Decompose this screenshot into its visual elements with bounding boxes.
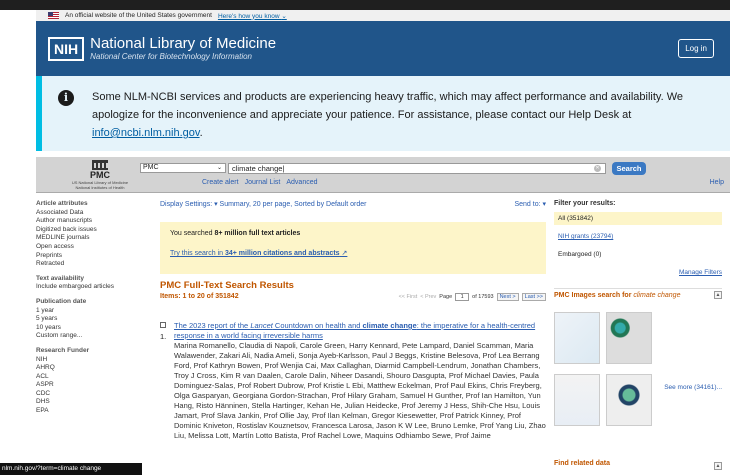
filter-group-heading: Text availability xyxy=(36,274,84,282)
filter-option[interactable]: DHS xyxy=(36,398,148,407)
help-desk-email-link[interactable]: info@ncbi.nlm.nih.gov xyxy=(92,127,200,139)
heres-how-you-know-link[interactable]: Here's how you know ⌄ xyxy=(218,12,287,20)
filter-option[interactable]: Preprints xyxy=(36,252,148,261)
see-more-images-link[interactable]: See more (34161)... xyxy=(664,384,722,391)
traffic-alert: i Some NLM-NCBI services and products ar… xyxy=(36,76,730,151)
left-filters: Article attributes Associated Data Author … xyxy=(36,200,148,416)
login-button[interactable]: Log in xyxy=(678,39,714,58)
gov-banner-text: An official website of the United States… xyxy=(65,12,212,19)
try-abstracts-link[interactable]: Try this search in 34+ million citations… xyxy=(170,249,536,257)
result-title-link[interactable]: The 2023 report of the Lancet Countdown … xyxy=(174,321,546,341)
advanced-search-link[interactable]: Advanced xyxy=(286,179,317,186)
external-link-icon: ↗ xyxy=(341,250,348,257)
filter-option[interactable]: ASPR xyxy=(36,381,148,390)
filter-option[interactable]: NIH xyxy=(36,356,148,365)
right-sidebar: Filter your results: All (351842) NIH gr… xyxy=(554,200,722,470)
filter-nih-grants[interactable]: NIH grants (23794) xyxy=(558,233,613,240)
send-to-menu[interactable]: Send to: ▾ xyxy=(514,200,546,208)
image-thumbnail[interactable] xyxy=(554,312,600,364)
filter-option[interactable]: Open access xyxy=(36,243,148,252)
filter-group-heading: Article attributes xyxy=(36,200,88,207)
find-related-data-header: Find related data ▲ xyxy=(554,460,722,470)
create-alert-link[interactable]: Create alert xyxy=(202,179,239,186)
filter-group-heading: Research Funder xyxy=(36,346,90,354)
pager: << First < Prev Page 1 of 17593 Next > L… xyxy=(399,293,546,301)
result-authors: Marina Romanello, Claudia di Napoli, Car… xyxy=(174,341,546,440)
filter-group-heading: Publication date xyxy=(36,297,87,305)
collapse-icon[interactable]: ▲ xyxy=(714,462,722,470)
page-number-input[interactable]: 1 xyxy=(455,293,470,301)
results-title: PMC Full-Text Search Results xyxy=(160,280,294,291)
result-item: 1. The 2023 report of the Lancet Countdo… xyxy=(160,321,546,440)
site-subtitle: National Center for Biotechnology Inform… xyxy=(90,52,252,61)
collapse-icon[interactable]: ▲ xyxy=(714,291,722,299)
image-thumbnail[interactable] xyxy=(554,374,600,426)
last-page-button[interactable]: Last >> xyxy=(521,293,546,301)
search-bar: PMC US National Library of Medicine Nati… xyxy=(36,157,730,193)
nlm-header: NIH National Library of Medicine Nationa… xyxy=(36,21,730,76)
image-thumbnail[interactable] xyxy=(606,374,652,426)
main-results: Display Settings: ▾ Summary, 20 per page… xyxy=(160,200,546,441)
search-button[interactable]: Search xyxy=(612,162,646,175)
gov-banner: An official website of the United States… xyxy=(36,10,730,21)
clear-icon[interactable]: ✕ xyxy=(594,165,601,172)
filter-option[interactable]: MEDLINE journals xyxy=(36,234,148,243)
filter-option[interactable]: Digitized back issues xyxy=(36,226,148,235)
items-count: Items: 1 to 20 of 351842 xyxy=(160,293,239,300)
search-input[interactable]: climate change| ✕ xyxy=(228,163,606,174)
nih-logo[interactable]: NIH xyxy=(48,36,85,61)
images-header: PMC Images search for climate change ▲ xyxy=(554,288,722,300)
search-scope-box: You searched 8+ million full text articl… xyxy=(160,222,546,274)
browser-top-strip xyxy=(0,0,730,10)
filter-option[interactable]: Associated Data xyxy=(36,209,148,218)
next-page-button[interactable]: Next > xyxy=(496,293,519,301)
filter-all[interactable]: All (351842) xyxy=(554,212,722,225)
filter-option[interactable]: 5 years xyxy=(36,315,148,324)
filter-option[interactable]: Custom range... xyxy=(36,332,148,341)
image-thumbnail[interactable] xyxy=(606,312,652,364)
chevron-down-icon: ⌄ xyxy=(281,12,287,20)
filter-embargoed[interactable]: Embargoed (0) xyxy=(554,248,722,261)
help-link[interactable]: Help xyxy=(710,179,724,186)
first-page-link[interactable]: << First xyxy=(399,294,418,300)
alert-line-2: apologize for the inconvenience and appr… xyxy=(92,109,632,121)
database-select[interactable]: PMC ⌄ xyxy=(140,163,226,173)
info-icon: i xyxy=(58,90,74,106)
journal-list-link[interactable]: Journal List xyxy=(245,179,281,186)
chevron-down-icon: ⌄ xyxy=(216,165,222,171)
result-checkbox[interactable] xyxy=(160,322,166,328)
manage-filters-link[interactable]: Manage Filters xyxy=(554,269,722,276)
alert-line-1: Some NLM-NCBI services and products are … xyxy=(92,91,684,103)
filter-title: Filter your results: xyxy=(554,200,616,207)
filter-option[interactable]: Author manuscripts xyxy=(36,217,148,226)
display-settings[interactable]: Display Settings: ▾ Summary, 20 per page… xyxy=(160,200,546,212)
filter-option[interactable]: Include embargoed articles xyxy=(36,283,148,292)
filter-option[interactable]: AHRQ xyxy=(36,364,148,373)
image-thumbnails xyxy=(554,312,722,442)
site-title[interactable]: National Library of Medicine xyxy=(90,36,276,52)
filter-option[interactable]: Retracted xyxy=(36,260,148,269)
prev-page-link[interactable]: < Prev xyxy=(420,294,436,300)
filter-option[interactable]: CDC xyxy=(36,390,148,399)
filter-option[interactable]: ACL xyxy=(36,373,148,382)
filter-option[interactable]: 1 year xyxy=(36,307,148,316)
pillar-icon xyxy=(92,160,108,170)
filter-option[interactable]: 10 years xyxy=(36,324,148,333)
filter-option[interactable]: EPA xyxy=(36,407,148,416)
us-flag-icon xyxy=(48,12,59,19)
status-bar-url: nlm.nih.gov/?term=climate change xyxy=(0,463,142,475)
